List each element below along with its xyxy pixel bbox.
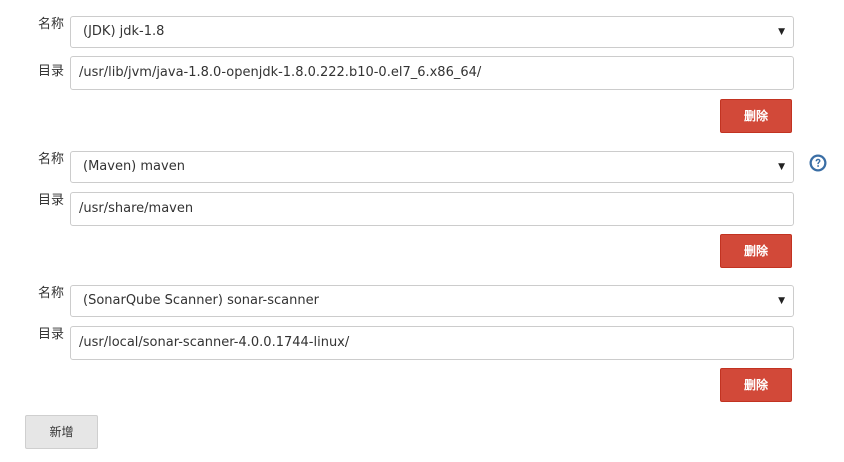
name-select[interactable]: (SonarQube Scanner) sonar-scanner ▼: [70, 285, 794, 317]
dir-input[interactable]: /usr/lib/jvm/java-1.8.0-openjdk-1.8.0.22…: [70, 56, 794, 90]
delete-button[interactable]: 删除: [720, 234, 792, 268]
name-select[interactable]: (Maven) maven ▼: [70, 151, 794, 183]
chevron-down-icon: ▼: [778, 296, 785, 306]
help-icon[interactable]: [809, 154, 827, 172]
chevron-down-icon: ▼: [778, 27, 785, 37]
name-label: 名称: [38, 286, 65, 301]
delete-button[interactable]: 删除: [720, 99, 792, 133]
add-button[interactable]: 新增: [25, 415, 98, 449]
name-select[interactable]: (JDK) jdk-1.8 ▼: [70, 16, 794, 48]
dir-label: 目录: [38, 327, 65, 342]
name-label: 名称: [38, 17, 65, 32]
dir-label: 目录: [38, 193, 65, 208]
tool-installations-form: 名称 (JDK) jdk-1.8 ▼ 目录 /usr/lib/jvm/java-…: [0, 0, 844, 462]
name-select-value: (Maven) maven: [83, 159, 185, 174]
dir-label: 目录: [38, 64, 65, 79]
chevron-down-icon: ▼: [778, 162, 785, 172]
delete-button[interactable]: 删除: [720, 368, 792, 402]
name-select-value: (SonarQube Scanner) sonar-scanner: [83, 293, 319, 308]
dir-input[interactable]: /usr/share/maven: [70, 192, 794, 226]
name-label: 名称: [38, 152, 65, 167]
name-select-value: (JDK) jdk-1.8: [83, 24, 165, 39]
dir-input[interactable]: /usr/local/sonar-scanner-4.0.0.1744-linu…: [70, 326, 794, 360]
